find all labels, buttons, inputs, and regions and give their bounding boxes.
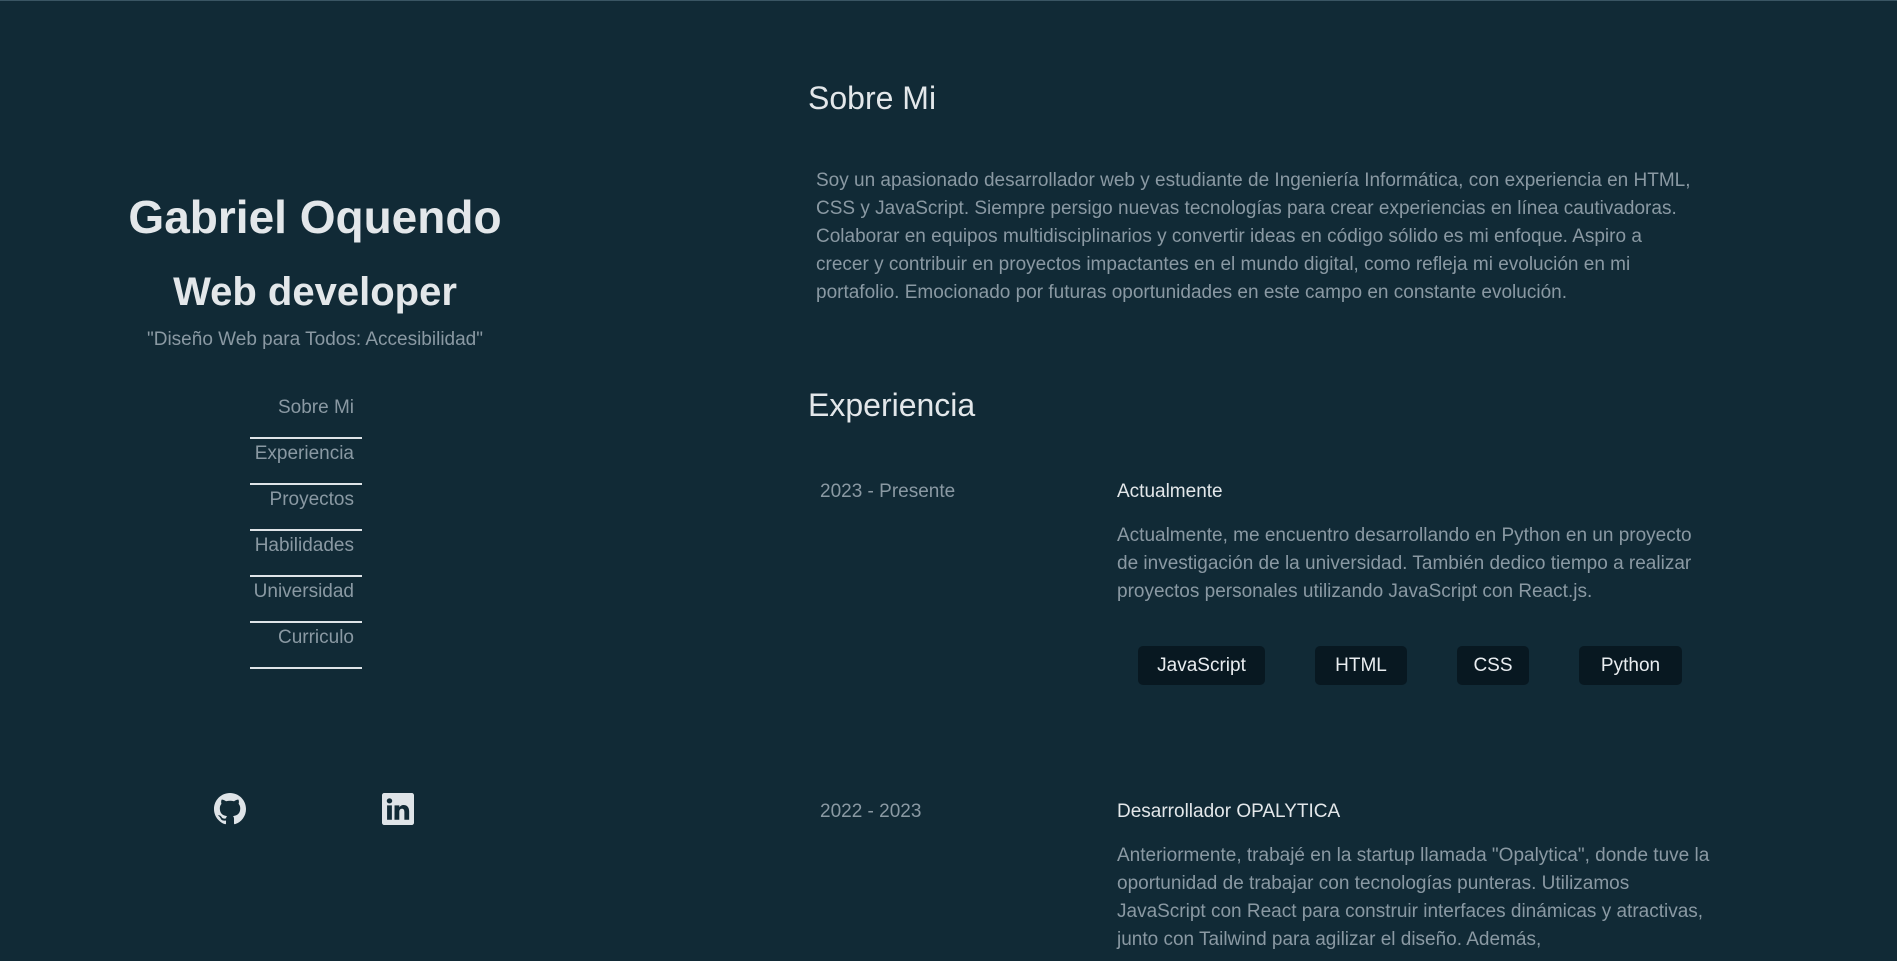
experience-period: 2022 - 2023 bbox=[820, 801, 922, 822]
experience-title: Experiencia bbox=[808, 387, 976, 423]
profile-name: Gabriel Oquendo bbox=[128, 191, 502, 243]
nav-item-proyectos[interactable]: Proyectos bbox=[250, 485, 362, 531]
nav-item-label: Curriculo bbox=[277, 627, 354, 648]
about-title: Sobre Mi bbox=[808, 80, 937, 116]
tech-tag: JavaScript bbox=[1138, 646, 1265, 685]
experience-title-item: Desarrollador OPALYTICA bbox=[1117, 801, 1341, 822]
nav-item-experiencia[interactable]: Experiencia bbox=[250, 439, 362, 485]
github-icon bbox=[214, 793, 246, 825]
github-link[interactable] bbox=[214, 793, 246, 825]
portfolio-page: Gabriel Oquendo Web developer "Diseño We… bbox=[0, 0, 1897, 961]
section-nav: Sobre Mi Experiencia Proyectos Habilidad… bbox=[250, 393, 362, 669]
experience-period: 2023 - Presente bbox=[820, 481, 956, 502]
profile-tagline: "Diseño Web para Todos: Accesibilidad" bbox=[147, 329, 483, 350]
experience-description: Anteriormente, trabajé en la startup lla… bbox=[1117, 845, 1710, 950]
nav-item-label: Proyectos bbox=[269, 489, 354, 510]
nav-item-curriculo[interactable]: Curriculo bbox=[250, 623, 362, 669]
nav-item-label: Habilidades bbox=[254, 535, 354, 556]
profile-role: Web developer bbox=[173, 270, 457, 314]
nav-item-label: Universidad bbox=[253, 581, 354, 602]
linkedin-link[interactable] bbox=[382, 793, 414, 825]
nav-item-habilidades[interactable]: Habilidades bbox=[250, 531, 362, 577]
about-text: Soy un apasionado desarrollador web y es… bbox=[816, 170, 1691, 303]
experience-title-item: Actualmente bbox=[1117, 481, 1223, 502]
profile-sidebar: Gabriel Oquendo Web developer "Diseño We… bbox=[0, 1, 630, 961]
linkedin-icon bbox=[382, 793, 414, 825]
social-links bbox=[214, 793, 434, 833]
tech-tag: CSS bbox=[1457, 646, 1529, 685]
tech-tag: Python bbox=[1579, 646, 1682, 685]
nav-item-universidad[interactable]: Universidad bbox=[250, 577, 362, 623]
nav-item-label: Sobre Mi bbox=[277, 397, 354, 418]
nav-item-sobre-mi[interactable]: Sobre Mi bbox=[250, 393, 362, 439]
tech-tag: HTML bbox=[1315, 646, 1407, 685]
nav-item-label: Experiencia bbox=[254, 443, 354, 464]
tech-tags: JavaScript HTML CSS Python bbox=[1138, 646, 1683, 686]
experience-description: Actualmente, me encuentro desarrollando … bbox=[1117, 525, 1692, 602]
